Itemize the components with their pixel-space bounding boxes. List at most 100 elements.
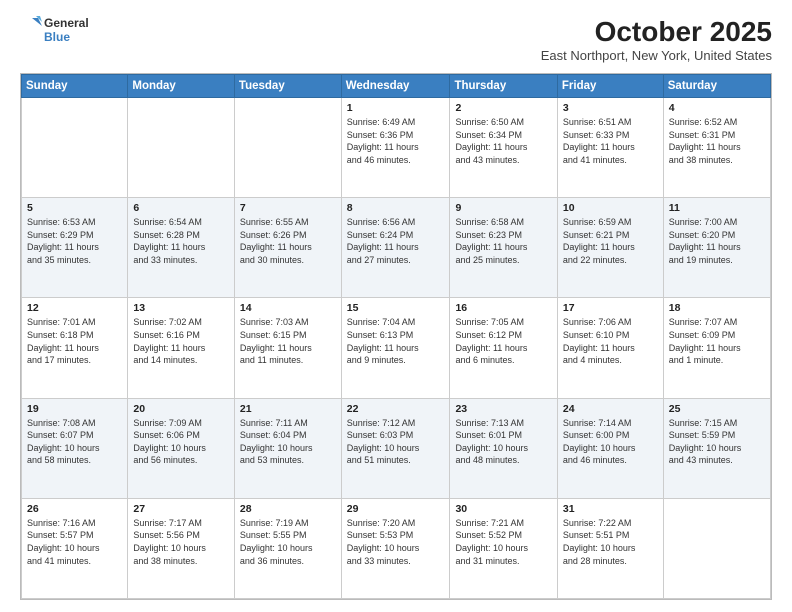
- calendar-cell: 5 Sunrise: 6:53 AM Sunset: 6:29 PM Daylig…: [22, 198, 128, 298]
- calendar-row-3: 12 Sunrise: 7:01 AM Sunset: 6:18 PM Dayli…: [22, 298, 771, 398]
- calendar-cell: 6Sunrise: 6:54 AM Sunset: 6:28 PM Daylig…: [128, 198, 235, 298]
- page-subtitle: East Northport, New York, United States: [541, 48, 772, 63]
- title-block: October 2025 East Northport, New York, U…: [541, 16, 772, 63]
- calendar-cell: 1 Sunrise: 6:49 AM Sunset: 6:36 PM Daylig…: [341, 98, 450, 198]
- calendar-cell: 16 Sunrise: 7:05 AM Sunset: 6:12 PM Dayli…: [450, 298, 557, 398]
- calendar-cell: 25Sunrise: 7:15 AM Sunset: 5:59 PM Dayli…: [663, 398, 770, 498]
- calendar-cell: 31 Sunrise: 7:22 AM Sunset: 5:51 PM Dayli…: [557, 498, 663, 598]
- day-info: Sunrise: 7:17 AM Sunset: 5:56 PM Dayligh…: [133, 517, 229, 567]
- calendar-cell: 27 Sunrise: 7:17 AM Sunset: 5:56 PM Dayli…: [128, 498, 235, 598]
- calendar-cell: 4Sunrise: 6:52 AM Sunset: 6:31 PM Daylig…: [663, 98, 770, 198]
- day-info: Sunrise: 7:03 AM Sunset: 6:15 PM Dayligh…: [240, 316, 336, 366]
- day-info: Sunrise: 7:20 AM Sunset: 5:53 PM Dayligh…: [347, 517, 445, 567]
- day-info: Sunrise: 7:04 AM Sunset: 6:13 PM Dayligh…: [347, 316, 445, 366]
- day-number: 28: [240, 503, 336, 515]
- day-info: Sunrise: 7:15 AM Sunset: 5:59 PM Dayligh…: [669, 417, 765, 467]
- calendar-body: 1 Sunrise: 6:49 AM Sunset: 6:36 PM Daylig…: [22, 98, 771, 599]
- day-number: 19: [27, 403, 122, 415]
- logo-svg: [20, 16, 42, 46]
- day-info: Sunrise: 7:16 AM Sunset: 5:57 PM Dayligh…: [27, 517, 122, 567]
- day-number: 12: [27, 302, 122, 314]
- day-number: 26: [27, 503, 122, 515]
- day-number: 4: [669, 102, 765, 114]
- calendar: Sunday Monday Tuesday Wednesday Thursday…: [20, 73, 772, 600]
- day-number: 24: [563, 403, 658, 415]
- calendar-cell: 14 Sunrise: 7:03 AM Sunset: 6:15 PM Dayli…: [234, 298, 341, 398]
- day-number: 8: [347, 202, 445, 214]
- day-info: Sunrise: 7:13 AM Sunset: 6:01 PM Dayligh…: [455, 417, 551, 467]
- day-number: 6: [133, 202, 229, 214]
- day-info: Sunrise: 6:53 AM Sunset: 6:29 PM Dayligh…: [27, 216, 122, 266]
- day-number: 1: [347, 102, 445, 114]
- day-number: 2: [455, 102, 551, 114]
- day-number: 20: [133, 403, 229, 415]
- calendar-cell: 12 Sunrise: 7:01 AM Sunset: 6:18 PM Dayli…: [22, 298, 128, 398]
- calendar-cell: 2 Sunrise: 6:50 AM Sunset: 6:34 PM Daylig…: [450, 98, 557, 198]
- day-number: 18: [669, 302, 765, 314]
- calendar-cell: 7 Sunrise: 6:55 AM Sunset: 6:26 PM Daylig…: [234, 198, 341, 298]
- header-sunday: Sunday: [22, 75, 128, 98]
- day-info: Sunrise: 7:11 AM Sunset: 6:04 PM Dayligh…: [240, 417, 336, 467]
- header-friday: Friday: [557, 75, 663, 98]
- calendar-cell: 18 Sunrise: 7:07 AM Sunset: 6:09 PM Dayli…: [663, 298, 770, 398]
- calendar-cell: 3 Sunrise: 6:51 AM Sunset: 6:33 PM Daylig…: [557, 98, 663, 198]
- header-tuesday: Tuesday: [234, 75, 341, 98]
- page-title: October 2025: [541, 16, 772, 48]
- day-number: 16: [455, 302, 551, 314]
- day-number: 30: [455, 503, 551, 515]
- day-info: Sunrise: 7:05 AM Sunset: 6:12 PM Dayligh…: [455, 316, 551, 366]
- header-thursday: Thursday: [450, 75, 557, 98]
- logo-general: General: [44, 17, 89, 31]
- calendar-cell: 24 Sunrise: 7:14 AM Sunset: 6:00 PM Dayli…: [557, 398, 663, 498]
- calendar-cell: 20 Sunrise: 7:09 AM Sunset: 6:06 PM Dayli…: [128, 398, 235, 498]
- calendar-cell: 11Sunrise: 7:00 AM Sunset: 6:20 PM Dayli…: [663, 198, 770, 298]
- calendar-cell: 30 Sunrise: 7:21 AM Sunset: 5:52 PM Dayli…: [450, 498, 557, 598]
- day-info: Sunrise: 7:07 AM Sunset: 6:09 PM Dayligh…: [669, 316, 765, 366]
- day-info: Sunrise: 6:58 AM Sunset: 6:23 PM Dayligh…: [455, 216, 551, 266]
- calendar-row-4: 19 Sunrise: 7:08 AM Sunset: 6:07 PM Dayli…: [22, 398, 771, 498]
- header-monday: Monday: [128, 75, 235, 98]
- calendar-cell: [234, 98, 341, 198]
- logo-blue: Blue: [44, 31, 89, 45]
- day-info: Sunrise: 6:55 AM Sunset: 6:26 PM Dayligh…: [240, 216, 336, 266]
- calendar-cell: 17 Sunrise: 7:06 AM Sunset: 6:10 PM Dayli…: [557, 298, 663, 398]
- day-info: Sunrise: 7:14 AM Sunset: 6:00 PM Dayligh…: [563, 417, 658, 467]
- day-number: 23: [455, 403, 551, 415]
- day-info: Sunrise: 7:02 AM Sunset: 6:16 PM Dayligh…: [133, 316, 229, 366]
- day-number: 27: [133, 503, 229, 515]
- weekday-row: Sunday Monday Tuesday Wednesday Thursday…: [22, 75, 771, 98]
- day-info: Sunrise: 7:06 AM Sunset: 6:10 PM Dayligh…: [563, 316, 658, 366]
- day-number: 31: [563, 503, 658, 515]
- day-number: 11: [669, 202, 765, 214]
- day-info: Sunrise: 7:19 AM Sunset: 5:55 PM Dayligh…: [240, 517, 336, 567]
- day-info: Sunrise: 7:21 AM Sunset: 5:52 PM Dayligh…: [455, 517, 551, 567]
- calendar-cell: 22Sunrise: 7:12 AM Sunset: 6:03 PM Dayli…: [341, 398, 450, 498]
- day-info: Sunrise: 6:49 AM Sunset: 6:36 PM Dayligh…: [347, 116, 445, 166]
- day-info: Sunrise: 7:09 AM Sunset: 6:06 PM Dayligh…: [133, 417, 229, 467]
- day-info: Sunrise: 6:51 AM Sunset: 6:33 PM Dayligh…: [563, 116, 658, 166]
- day-info: Sunrise: 6:59 AM Sunset: 6:21 PM Dayligh…: [563, 216, 658, 266]
- calendar-cell: 26 Sunrise: 7:16 AM Sunset: 5:57 PM Dayli…: [22, 498, 128, 598]
- calendar-cell: [22, 98, 128, 198]
- day-number: 17: [563, 302, 658, 314]
- calendar-cell: 19 Sunrise: 7:08 AM Sunset: 6:07 PM Dayli…: [22, 398, 128, 498]
- day-number: 5: [27, 202, 122, 214]
- day-info: Sunrise: 6:50 AM Sunset: 6:34 PM Dayligh…: [455, 116, 551, 166]
- calendar-cell: [128, 98, 235, 198]
- day-info: Sunrise: 7:01 AM Sunset: 6:18 PM Dayligh…: [27, 316, 122, 366]
- calendar-cell: 10Sunrise: 6:59 AM Sunset: 6:21 PM Dayli…: [557, 198, 663, 298]
- day-number: 3: [563, 102, 658, 114]
- day-number: 13: [133, 302, 229, 314]
- calendar-cell: 13 Sunrise: 7:02 AM Sunset: 6:16 PM Dayli…: [128, 298, 235, 398]
- day-number: 7: [240, 202, 336, 214]
- calendar-cell: 21Sunrise: 7:11 AM Sunset: 6:04 PM Dayli…: [234, 398, 341, 498]
- calendar-cell: [663, 498, 770, 598]
- day-number: 14: [240, 302, 336, 314]
- day-number: 15: [347, 302, 445, 314]
- day-info: Sunrise: 7:08 AM Sunset: 6:07 PM Dayligh…: [27, 417, 122, 467]
- calendar-table: Sunday Monday Tuesday Wednesday Thursday…: [21, 74, 771, 599]
- calendar-cell: 8Sunrise: 6:56 AM Sunset: 6:24 PM Daylig…: [341, 198, 450, 298]
- header: General Blue October 2025 East Northport…: [20, 16, 772, 63]
- day-info: Sunrise: 7:22 AM Sunset: 5:51 PM Dayligh…: [563, 517, 658, 567]
- day-number: 22: [347, 403, 445, 415]
